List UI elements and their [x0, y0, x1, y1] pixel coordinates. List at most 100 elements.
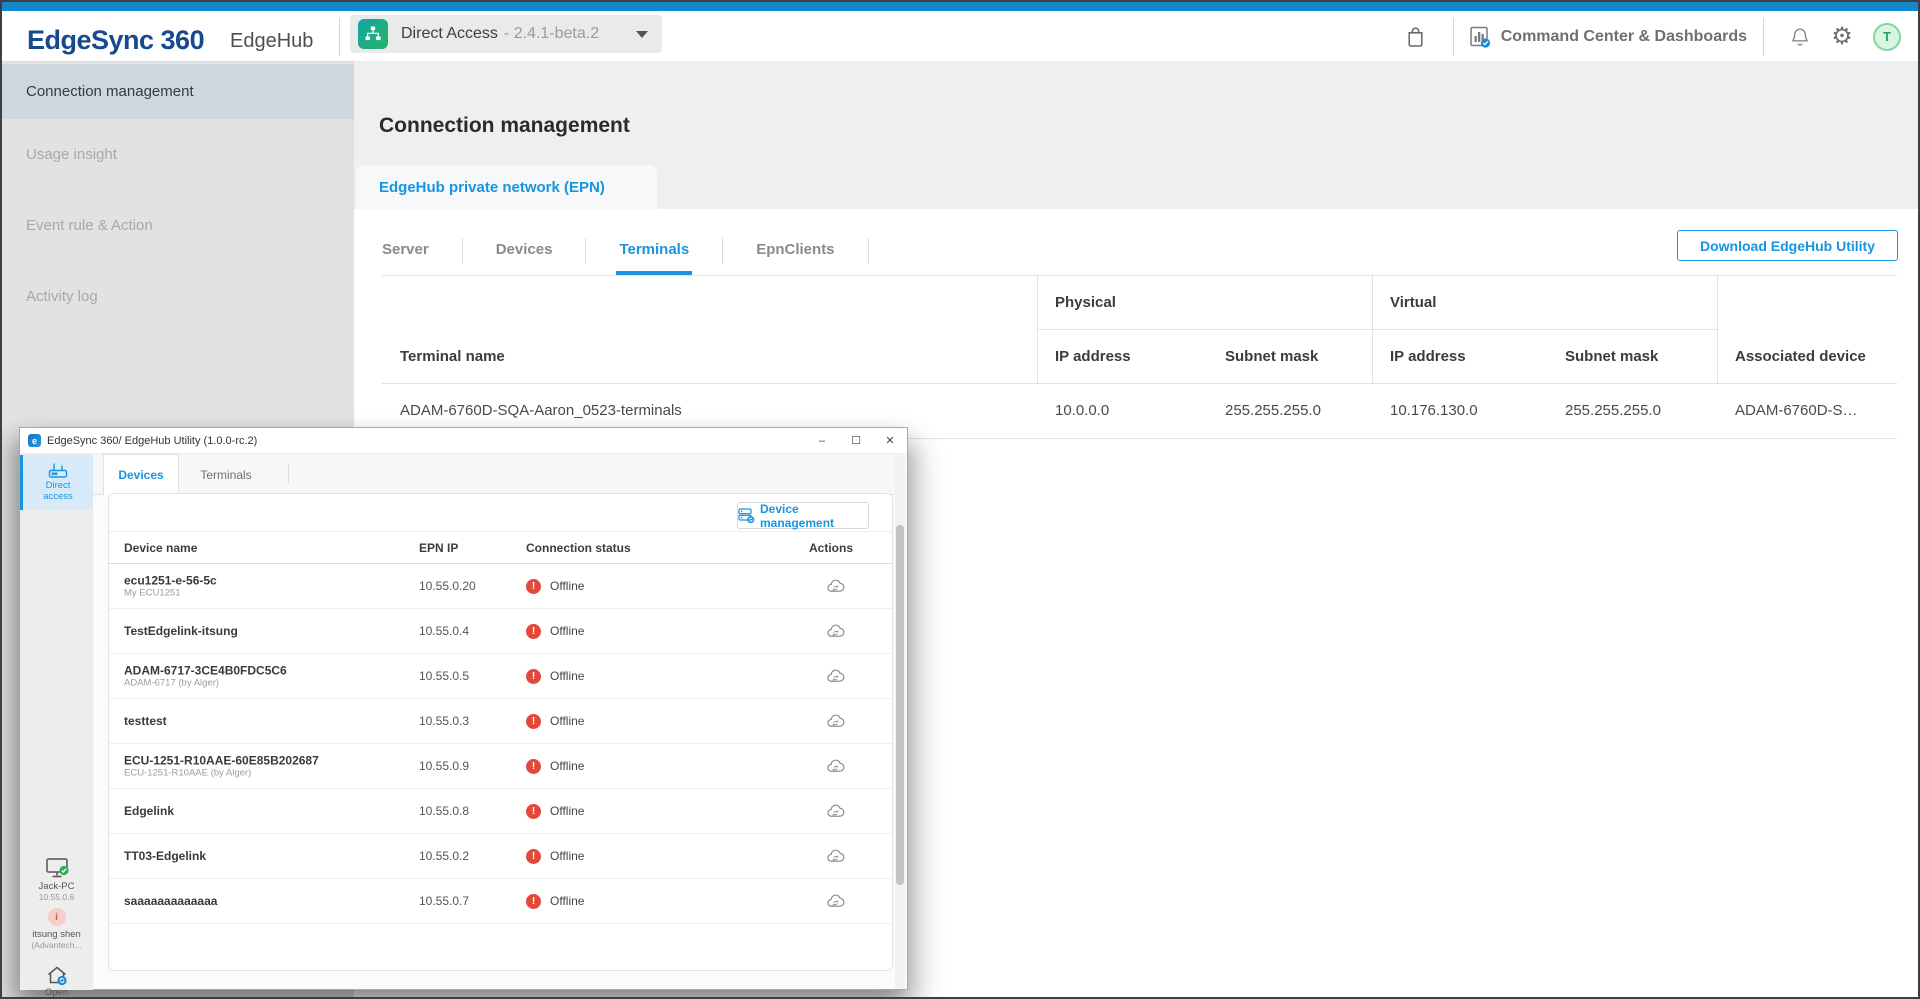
column-header-virtual-subnet: Subnet mask — [1547, 329, 1717, 383]
sidebar-item-usage-insight[interactable]: Usage insight — [2, 127, 354, 182]
cloud-sync-action-icon[interactable] — [821, 744, 849, 788]
device-row[interactable]: ADAM-6717-3CE4B0FDC5C6ADAM-6717 (by Alge… — [109, 654, 892, 699]
status-label: Offline — [550, 894, 584, 908]
shortcut-sublabel: 10.55.0.6 — [20, 892, 93, 902]
virtual-subnet-cell: 255.255.255.0 — [1547, 383, 1717, 437]
device-row[interactable]: ECU-1251-R10AAE-60E85B202687ECU-1251-R10… — [109, 744, 892, 789]
utility-tab-devices[interactable]: Devices — [103, 454, 179, 495]
device-epn-ip: 10.55.0.8 — [419, 789, 469, 833]
home-icon — [20, 964, 93, 987]
offline-status-icon — [526, 579, 541, 594]
direct-access-label-line1: Direct — [23, 480, 93, 491]
top-accent-strip — [2, 2, 1918, 11]
tab-server[interactable]: Server — [379, 227, 432, 275]
device-management-button[interactable]: Device management — [737, 502, 869, 529]
device-epn-ip: 10.55.0.7 — [419, 879, 469, 923]
cloud-sync-action-icon[interactable] — [821, 654, 849, 698]
command-center-link[interactable]: Command Center & Dashboards — [1468, 25, 1747, 49]
device-management-label: Device management — [760, 502, 868, 530]
user-avatar[interactable]: T — [1873, 23, 1901, 51]
offline-status-icon — [526, 804, 541, 819]
download-edgehub-utility-button[interactable]: Download EdgeHub Utility — [1677, 230, 1898, 261]
device-row[interactable]: ecu1251-e-56-5cMy ECU1251 10.55.0.20 Off… — [109, 564, 892, 609]
device-row[interactable]: TestEdgelink-itsung 10.55.0.4 Offline — [109, 609, 892, 654]
column-header-associated-device: Associated device — [1717, 329, 1897, 383]
associated-device-cell: ADAM-6760D-S… — [1717, 383, 1897, 437]
virtual-ip-cell: 10.176.130.0 — [1372, 383, 1547, 437]
cloud-sync-action-icon[interactable] — [821, 699, 849, 743]
utility-shortcut-user[interactable]: i itsung shen (Advantech... — [20, 908, 93, 950]
device-row[interactable]: saaaaaaaaaaaaa 10.55.0.7 Offline — [109, 879, 892, 924]
network-hierarchy-icon — [358, 19, 388, 49]
marketplace-bag-icon[interactable] — [1393, 25, 1439, 48]
page-title: Connection management — [379, 114, 630, 138]
utility-tab-divider — [288, 464, 289, 484]
utility-scrollbar[interactable] — [895, 455, 905, 989]
device-row[interactable]: Edgelink 10.55.0.8 Offline — [109, 789, 892, 834]
device-subtitle: ADAM-6717 (by Alger) — [124, 678, 287, 689]
offline-status-icon — [526, 759, 541, 774]
subtab-divider — [868, 238, 869, 264]
utility-shortcut-open-edgehub[interactable]: Open Edgehub — [20, 964, 93, 999]
monitor-icon — [20, 856, 93, 881]
tab-terminals[interactable]: Terminals — [616, 227, 692, 275]
offline-status-icon — [526, 849, 541, 864]
subtab-divider — [585, 238, 586, 264]
settings-gear-icon[interactable]: ⚙ — [1820, 22, 1864, 51]
tab-edgehub-private-network[interactable]: EdgeHub private network (EPN) — [356, 165, 657, 210]
cloud-sync-action-icon[interactable] — [821, 879, 849, 923]
router-icon — [23, 460, 93, 480]
devices-card: Device management Device name EPN IP Con… — [108, 493, 893, 971]
device-row[interactable]: TT03-Edgelink 10.55.0.2 Offline — [109, 834, 892, 879]
column-header-virtual-ip: IP address — [1372, 329, 1547, 383]
device-name: TT03-Edgelink — [124, 849, 206, 863]
status-label: Offline — [550, 804, 584, 818]
header-divider — [1763, 18, 1764, 56]
service-selector-version: - 2.4.1-beta.2 — [504, 25, 599, 43]
service-selector-dropdown[interactable]: Direct Access - 2.4.1-beta.2 — [350, 15, 662, 53]
device-name: Edgelink — [124, 804, 174, 818]
device-epn-ip: 10.55.0.9 — [419, 744, 469, 788]
column-header-physical-ip: IP address — [1037, 329, 1207, 383]
cloud-sync-action-icon[interactable] — [821, 834, 849, 878]
notifications-bell-icon[interactable] — [1780, 26, 1820, 48]
device-row[interactable]: testtest 10.55.0.3 Offline — [109, 699, 892, 744]
group-header-physical: Physical — [1037, 275, 1372, 329]
shortcut-label: Open — [20, 987, 93, 998]
close-button[interactable]: ✕ — [873, 428, 907, 453]
device-name: testtest — [124, 714, 167, 728]
utility-shortcut-jack-pc[interactable]: Jack-PC 10.55.0.6 — [20, 856, 93, 902]
device-name: TestEdgelink-itsung — [124, 624, 238, 638]
column-header-actions: Actions — [809, 532, 853, 563]
app-root: EdgeSync 360 EdgeHub Direct Access - 2.4… — [0, 0, 1920, 999]
subtab-divider — [722, 238, 723, 264]
column-header-device-name: Device name — [124, 532, 197, 563]
sidebar-item-connection-management[interactable]: Connection management — [2, 64, 354, 119]
tab-devices[interactable]: Devices — [493, 227, 556, 275]
maximize-button[interactable]: ☐ — [839, 428, 873, 453]
header-divider — [1453, 18, 1454, 56]
edgesync-logo-icon: e — [28, 434, 41, 447]
physical-ip-cell: 10.0.0.0 — [1037, 383, 1207, 437]
utility-tab-terminals[interactable]: Terminals — [188, 454, 264, 495]
sidebar-item-activity-log[interactable]: Activity log — [2, 269, 354, 324]
shortcut-label: itsung shen — [20, 929, 93, 940]
offline-status-icon — [526, 669, 541, 684]
dashboard-chart-icon — [1468, 25, 1492, 49]
utility-sidebar-direct-access[interactable]: Direct access — [20, 455, 93, 510]
cloud-sync-action-icon[interactable] — [821, 789, 849, 833]
cloud-sync-action-icon[interactable] — [821, 609, 849, 653]
device-epn-ip: 10.55.0.4 — [419, 609, 469, 653]
device-name: ECU-1251-R10AAE-60E85B202687 — [124, 754, 319, 768]
sidebar-item-event-rule-action[interactable]: Event rule & Action — [2, 198, 354, 253]
device-subtitle: My ECU1251 — [124, 588, 217, 599]
scrollbar-thumb[interactable] — [896, 525, 904, 885]
chevron-down-icon — [636, 31, 648, 38]
minimize-button[interactable]: – — [805, 428, 839, 453]
tab-epnclients[interactable]: EpnClients — [753, 227, 837, 275]
devices-table-header: Device name EPN IP Connection status Act… — [109, 531, 892, 564]
device-subtitle: ECU-1251-R10AAE (by Alger) — [124, 768, 319, 779]
utility-title-bar[interactable]: e EdgeSync 360/ EdgeHub Utility (1.0.0-r… — [20, 428, 907, 454]
offline-status-icon — [526, 714, 541, 729]
cloud-sync-action-icon[interactable] — [821, 564, 849, 608]
